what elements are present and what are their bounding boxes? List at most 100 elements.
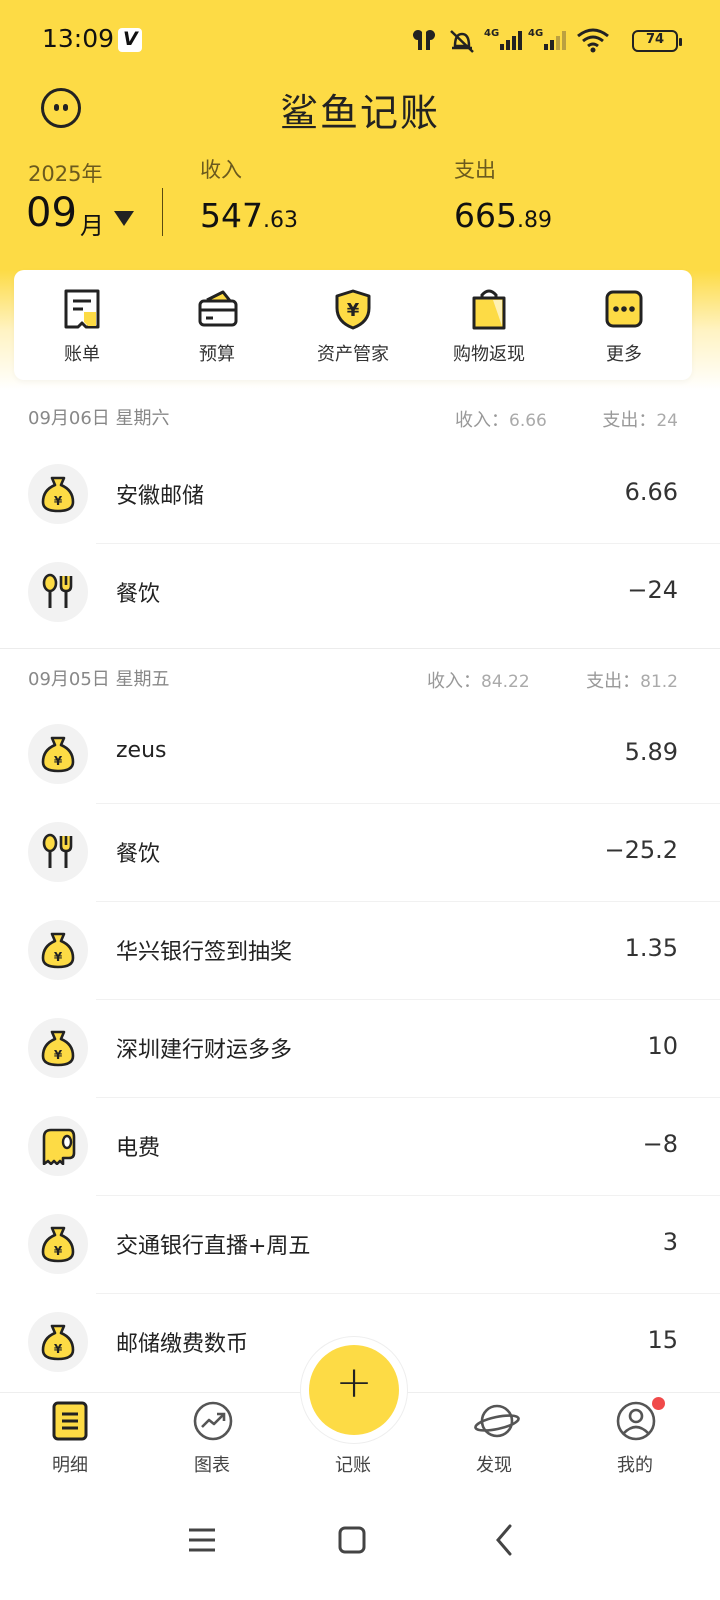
row-name: 电费 <box>116 1136 161 1161</box>
row-amount: −8 <box>642 1130 678 1158</box>
dining-icon <box>28 562 88 622</box>
day-expense: 支出：24 <box>602 410 678 431</box>
expense-label: 支出 <box>454 158 496 182</box>
app-title: 鲨鱼记账 <box>279 91 440 135</box>
more-icon <box>605 290 643 328</box>
tab-label: 发现 <box>476 1455 512 1476</box>
chart-trend-icon <box>193 1401 233 1441</box>
list-item[interactable]: 餐饮 −24 <box>0 544 720 642</box>
row-name: 交通银行直播+周五 <box>116 1234 311 1259</box>
month-selector[interactable]: 09 <box>26 190 77 236</box>
quick-label: 账单 <box>64 344 100 365</box>
tab-discover[interactable]: 发现 <box>434 1393 554 1493</box>
day-income: 收入：84.22 <box>427 671 530 692</box>
svg-text:¥: ¥ <box>54 754 63 768</box>
money-bag-icon: ¥ <box>28 920 88 980</box>
svg-text:4G: 4G <box>484 28 499 39</box>
date-header: 09月05日 星期五 收入：84.22 支出：81.2 <box>0 659 720 699</box>
date-label: 09月06日 星期六 <box>28 408 170 429</box>
quick-label: 更多 <box>606 344 642 365</box>
budget-wallet-icon <box>198 290 238 327</box>
back-icon[interactable] <box>474 1510 534 1570</box>
system-nav-bar <box>0 1492 720 1600</box>
money-bag-icon: ¥ <box>28 1018 88 1078</box>
income-label: 收入 <box>200 158 242 182</box>
list-item[interactable]: ¥ 交通银行直播+周五 3 <box>0 1196 720 1294</box>
row-name: 餐饮 <box>116 582 161 607</box>
quick-item-more[interactable]: 更多 <box>556 270 692 380</box>
row-amount: 3 <box>662 1228 678 1256</box>
money-bag-icon: ¥ <box>28 1214 88 1274</box>
utility-icon <box>28 1116 88 1176</box>
row-amount: −25.2 <box>604 836 678 864</box>
user-profile-icon <box>616 1401 656 1441</box>
app-badge-icon: V <box>118 28 142 52</box>
date-header: 09月06日 星期六 收入：6.66 支出：24 <box>0 398 720 438</box>
quick-item-shopping[interactable]: 购物返现 <box>421 270 557 380</box>
triangle-down-icon[interactable] <box>114 211 134 226</box>
row-name: zeus <box>116 738 167 763</box>
row-amount: 5.89 <box>624 738 678 766</box>
money-bag-icon: ¥ <box>28 464 88 524</box>
year-label: 2025年 <box>28 162 103 186</box>
signal-4g-2-icon: 4G <box>528 28 566 50</box>
quick-menu-card: 账单 预算 ¥ 资产管家 购物返现 更多 <box>14 270 692 380</box>
tab-label: 明细 <box>52 1455 88 1476</box>
asset-shield-icon: ¥ <box>335 289 371 330</box>
svg-text:4G: 4G <box>528 28 543 39</box>
status-time: 13:09 <box>42 24 115 53</box>
tab-label: 图表 <box>194 1455 230 1476</box>
plus-icon: + <box>335 1357 373 1408</box>
notification-badge <box>652 1397 665 1410</box>
quick-item-assets[interactable]: ¥ 资产管家 <box>285 270 421 380</box>
svg-text:¥: ¥ <box>54 1342 63 1356</box>
alarm-off-icon <box>450 30 474 53</box>
wifi-icon <box>577 28 609 53</box>
row-name: 安徽邮储 <box>116 484 205 509</box>
row-amount: 10 <box>647 1032 678 1060</box>
earbuds-icon <box>413 30 435 50</box>
home-icon[interactable] <box>322 1510 382 1570</box>
row-name: 餐饮 <box>116 842 161 867</box>
tab-detail[interactable]: 明细 <box>10 1393 130 1493</box>
list-item[interactable]: 电费 −8 <box>0 1098 720 1196</box>
section-divider <box>0 648 720 649</box>
quick-item-bill[interactable]: 账单 <box>14 270 150 380</box>
list-item[interactable]: ¥ 深圳建行财运多多 10 <box>0 1000 720 1098</box>
detail-list-icon <box>52 1401 88 1441</box>
list-item[interactable]: ¥ zeus 5.89 <box>0 706 720 804</box>
planet-icon <box>474 1404 520 1438</box>
signal-4g-icon: 4G <box>484 28 522 50</box>
row-amount: −24 <box>627 576 678 604</box>
tab-chart[interactable]: 图表 <box>152 1393 272 1493</box>
row-amount: 15 <box>647 1326 678 1354</box>
dining-icon <box>28 822 88 882</box>
quick-label: 预算 <box>199 344 235 365</box>
add-record-button[interactable]: + <box>309 1345 399 1435</box>
quick-item-budget[interactable]: 预算 <box>149 270 285 380</box>
date-label: 09月05日 星期五 <box>28 669 170 690</box>
month-unit[interactable]: 月 <box>80 206 104 241</box>
shopping-bag-icon <box>472 289 506 330</box>
list-item[interactable]: ¥ 华兴银行签到抽奖 1.35 <box>0 902 720 1000</box>
tab-mine[interactable]: 我的 <box>575 1393 695 1493</box>
list-item[interactable]: ¥ 安徽邮储 6.66 <box>0 446 720 544</box>
money-bag-icon: ¥ <box>28 724 88 784</box>
row-name: 华兴银行签到抽奖 <box>116 940 293 965</box>
bill-icon <box>64 289 100 329</box>
status-bar: 13:09 V 4G 4G 74 <box>0 0 720 80</box>
quick-label: 购物返现 <box>453 344 525 365</box>
divider <box>162 188 163 236</box>
money-bag-icon: ¥ <box>28 1312 88 1372</box>
day-income: 收入：6.66 <box>455 410 547 431</box>
income-total: 547.63 <box>200 196 298 235</box>
tab-label: 记账 <box>335 1455 371 1476</box>
menu-icon[interactable] <box>172 1510 232 1570</box>
list-item[interactable]: 餐饮 −25.2 <box>0 804 720 902</box>
svg-text:¥: ¥ <box>54 950 63 964</box>
battery-icon: 74 <box>632 30 682 52</box>
tab-label: 我的 <box>617 1455 653 1476</box>
day-expense: 支出：81.2 <box>586 671 678 692</box>
row-amount: 1.35 <box>624 934 678 962</box>
svg-text:¥: ¥ <box>54 1244 63 1258</box>
